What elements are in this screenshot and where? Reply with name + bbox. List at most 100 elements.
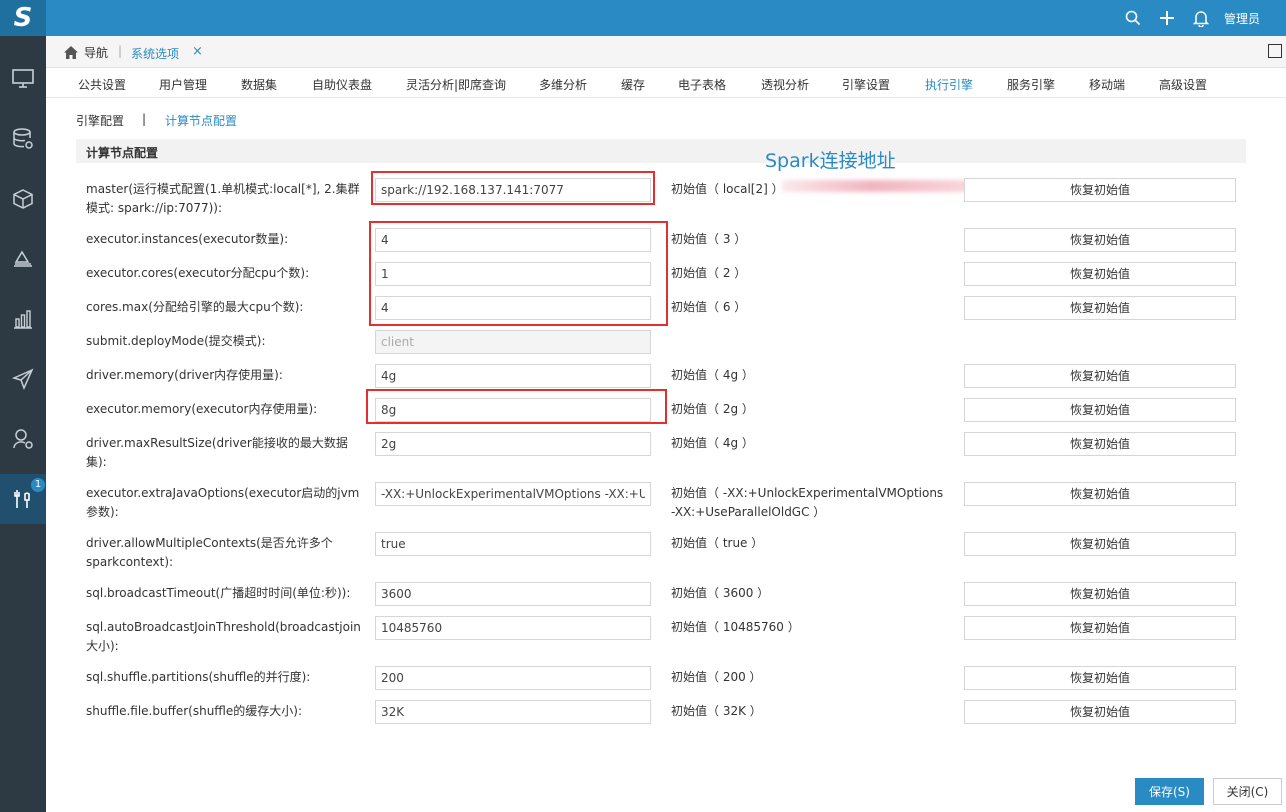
- shuffle-file-buffer-input[interactable]: [375, 700, 651, 724]
- row-label-executor-cores: executor.cores(executor分配cpu个数):: [86, 266, 310, 280]
- row-label-extra-java-options: executor.extraJavaOptions(executor启动的jvm…: [86, 486, 360, 519]
- restore-button-broadcast-timeout[interactable]: 恢复初始值: [964, 582, 1236, 606]
- breadcrumb: 导航 | 系统选项 ×: [46, 36, 1286, 68]
- search-icon[interactable]: [1116, 0, 1150, 36]
- initial-value-driver-memory: 初始值（ 4g ）: [671, 368, 754, 382]
- initial-value-executor-memory: 初始值（ 2g ）: [671, 402, 754, 416]
- row-label-shuffle-file-buffer: shuffle.file.buffer(shuffle的缓存大小):: [86, 704, 303, 718]
- subtab-compute-node[interactable]: 计算节点配置: [165, 112, 237, 129]
- tab-spreadsheet[interactable]: 电子表格: [678, 76, 726, 93]
- allow-multiple-contexts-input[interactable]: [375, 532, 651, 556]
- row-label-auto-broadcast-join-threshold: sql.autoBroadcastJoinThreshold(broadcast…: [86, 620, 361, 653]
- subtab-engine-config[interactable]: 引擎配置: [76, 112, 124, 129]
- initial-value-driver-max-result-size: 初始值（ 4g ）: [671, 436, 754, 450]
- monitor-icon[interactable]: [0, 54, 46, 104]
- bar-chart-icon[interactable]: [0, 294, 46, 344]
- tab-cache[interactable]: 缓存: [621, 76, 645, 93]
- breadcrumb-separator: |: [118, 44, 123, 58]
- restore-button-driver-memory[interactable]: 恢复初始值: [964, 364, 1236, 388]
- maximize-icon[interactable]: [1268, 44, 1282, 58]
- restore-button-driver-max-result-size[interactable]: 恢复初始值: [964, 432, 1236, 456]
- restore-button-extra-java-options[interactable]: 恢复初始值: [964, 482, 1236, 506]
- annotation-spark-address: Spark连接地址: [765, 150, 896, 172]
- send-icon[interactable]: [0, 354, 46, 404]
- tools-icon[interactable]: 1: [0, 474, 46, 524]
- left-sidebar: 1: [0, 36, 46, 812]
- breadcrumb-tab-system-options[interactable]: 系统选项: [131, 45, 179, 62]
- restore-button-shuffle-partitions[interactable]: 恢复初始值: [964, 666, 1236, 690]
- initial-value-executor-cores: 初始值（ 2 ）: [671, 266, 747, 280]
- logo-text: S: [13, 3, 33, 33]
- top-header: S 管理员: [0, 0, 1286, 36]
- row-label-shuffle-partitions: sql.shuffle.partitions(shuffle的并行度):: [86, 670, 311, 684]
- row-label-master: master(运行模式配置(1.单机模式:local[*], 2.集群模式: s…: [86, 182, 360, 215]
- save-button[interactable]: 保存(S): [1135, 778, 1204, 805]
- section-title: 计算节点配置: [86, 146, 159, 160]
- plus-icon[interactable]: [1150, 0, 1184, 36]
- initial-value-shuffle-file-buffer: 初始值（ 32K ）: [671, 704, 762, 718]
- cube-icon[interactable]: [0, 174, 46, 224]
- breadcrumb-home[interactable]: 导航: [64, 44, 108, 61]
- app-logo[interactable]: S: [0, 0, 46, 36]
- bell-icon[interactable]: [1184, 0, 1218, 36]
- notification-badge: 1: [31, 478, 45, 492]
- row-label-allow-multiple-contexts: driver.allowMultipleContexts(是否允许多个spark…: [86, 536, 333, 569]
- restore-button-cores-max[interactable]: 恢复初始值: [964, 296, 1236, 320]
- broadcast-timeout-input[interactable]: [375, 582, 651, 606]
- deploy-mode-input: [375, 330, 651, 354]
- row-label-cores-max: cores.max(分配给引擎的最大cpu个数):: [86, 300, 304, 314]
- extra-java-options-input[interactable]: [375, 482, 651, 506]
- initial-value-executor-instances: 初始值（ 3 ）: [671, 232, 747, 246]
- initial-value-extra-java-options: 初始值（ -XX:+UnlockExperimentalVMOptions -X…: [671, 486, 944, 519]
- layers-icon[interactable]: [0, 234, 46, 284]
- initial-value-auto-broadcast-join-threshold: 初始值（ 10485760 ）: [671, 620, 800, 634]
- restore-button-shuffle-file-buffer[interactable]: 恢复初始值: [964, 700, 1236, 724]
- tab-execution-engine[interactable]: 执行引擎: [925, 76, 973, 93]
- user-menu[interactable]: 管理员: [1218, 10, 1286, 27]
- initial-value-shuffle-partitions: 初始值（ 200 ）: [671, 670, 762, 684]
- tab-dashboard[interactable]: 自助仪表盘: [312, 76, 372, 93]
- tab-service-engine[interactable]: 服务引擎: [1007, 76, 1055, 93]
- restore-button-auto-broadcast-join-threshold[interactable]: 恢复初始值: [964, 616, 1236, 640]
- restore-button-allow-multiple-contexts[interactable]: 恢复初始值: [964, 532, 1236, 556]
- user-settings-icon[interactable]: [0, 414, 46, 464]
- row-label-broadcast-timeout: sql.broadcastTimeout(广播超时时间(单位:秒)):: [86, 586, 351, 600]
- auto-broadcast-join-threshold-input[interactable]: [375, 616, 651, 640]
- tab-advanced[interactable]: 高级设置: [1159, 76, 1207, 93]
- row-label-executor-memory: executor.memory(executor内存使用量):: [86, 402, 318, 416]
- restore-button-executor-instances[interactable]: 恢复初始值: [964, 228, 1236, 252]
- shuffle-partitions-input[interactable]: [375, 666, 651, 690]
- breadcrumb-home-label: 导航: [84, 46, 109, 60]
- restore-button-master[interactable]: 恢复初始值: [964, 178, 1236, 202]
- row-label-executor-instances: executor.instances(executor数量):: [86, 232, 289, 246]
- initial-value-allow-multiple-contexts: 初始值（ true ）: [671, 536, 764, 550]
- subtab-separator: |: [142, 112, 147, 126]
- tab-public-settings[interactable]: 公共设置: [78, 76, 126, 93]
- restore-button-executor-memory[interactable]: 恢复初始值: [964, 398, 1236, 422]
- row-label-deploy-mode: submit.deployMode(提交模式):: [86, 334, 266, 348]
- highlight-box-executor-memory: [366, 389, 667, 424]
- header-actions: 管理员: [1116, 0, 1286, 36]
- section-header: 计算节点配置: [76, 139, 1246, 163]
- driver-memory-input[interactable]: [375, 364, 651, 388]
- home-icon: [64, 46, 78, 59]
- initial-value-cores-max: 初始值（ 6 ）: [671, 300, 747, 314]
- tab-dataset[interactable]: 数据集: [241, 76, 277, 93]
- close-icon[interactable]: ×: [192, 44, 203, 59]
- tab-engine-settings[interactable]: 引擎设置: [842, 76, 890, 93]
- tab-pivot[interactable]: 透视分析: [761, 76, 809, 93]
- restore-button-executor-cores[interactable]: 恢复初始值: [964, 262, 1236, 286]
- tab-olap[interactable]: 多维分析: [539, 76, 587, 93]
- tab-flexible-analysis[interactable]: 灵活分析|即席查询: [406, 76, 506, 93]
- database-icon[interactable]: [0, 114, 46, 164]
- driver-max-result-size-input[interactable]: [375, 432, 651, 456]
- row-label-driver-max-result-size: driver.maxResultSize(driver能接收的最大数据集):: [86, 436, 348, 469]
- settings-tabs: 公共设置 用户管理 数据集 自助仪表盘 灵活分析|即席查询 多维分析 缓存 电子…: [46, 70, 1286, 98]
- highlight-box-master: [371, 171, 655, 205]
- highlight-box-executor-resources: [369, 221, 668, 326]
- tab-mobile[interactable]: 移动端: [1089, 76, 1125, 93]
- initial-value-broadcast-timeout: 初始值（ 3600 ）: [671, 586, 770, 600]
- close-button[interactable]: 关闭(C): [1213, 778, 1282, 805]
- row-label-driver-memory: driver.memory(driver内存使用量):: [86, 368, 283, 382]
- tab-user-management[interactable]: 用户管理: [159, 76, 207, 93]
